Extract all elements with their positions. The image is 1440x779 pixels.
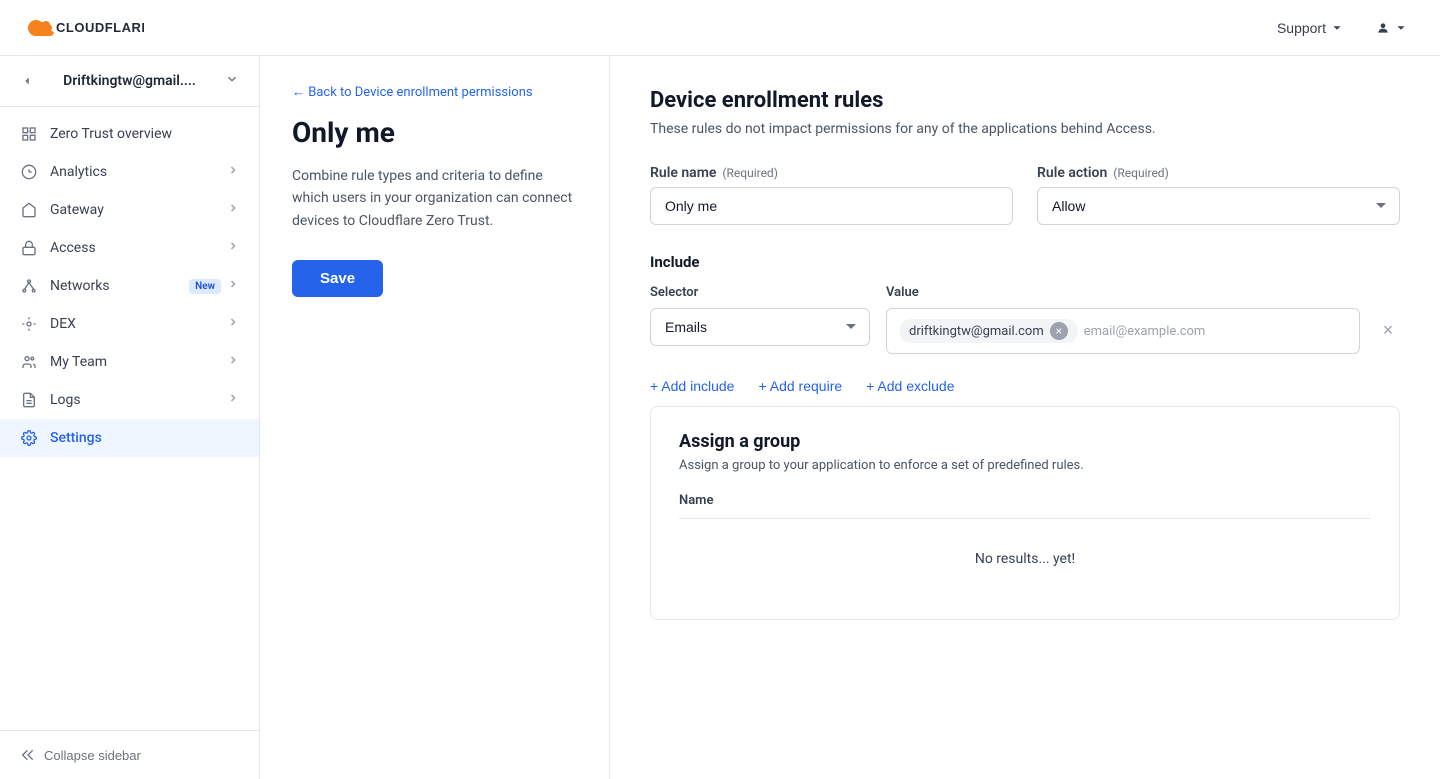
gateway-icon	[20, 201, 38, 219]
rule-name-input[interactable]	[650, 187, 1013, 225]
sidebar-item-logs[interactable]: Logs	[0, 381, 259, 419]
sidebar-item-networks[interactable]: Networks New	[0, 267, 259, 305]
back-to-permissions-link[interactable]: ← Back to Device enrollment permissions	[292, 84, 577, 100]
form-group-rule-name: Rule name (Required)	[650, 165, 1013, 225]
nav-items: Zero Trust overview Analytics	[0, 107, 259, 730]
zero-trust-icon	[20, 125, 38, 143]
collapse-sidebar-button[interactable]: Collapse sidebar	[20, 747, 141, 763]
include-section: Include Selector Value Emails Email doma…	[650, 253, 1400, 354]
sidebar-item-analytics[interactable]: Analytics	[0, 153, 259, 191]
add-links: + Add include + Add require + Add exclud…	[650, 378, 1400, 394]
selector-header: Selector Value	[650, 285, 1400, 300]
sidebar-label-zero-trust: Zero Trust overview	[50, 126, 172, 142]
panel-description: Combine rule types and criteria to defin…	[292, 165, 577, 232]
table-col-name: Name	[679, 493, 1371, 508]
settings-icon	[20, 429, 38, 447]
left-panel: ← Back to Device enrollment permissions …	[260, 56, 610, 779]
section-title: Device enrollment rules	[650, 88, 1400, 113]
main-layout: Driftkingtw@gmail.... Zero Trust overvie…	[0, 56, 1440, 779]
remove-row-button[interactable]: ×	[1376, 318, 1400, 342]
sidebar-header: Driftkingtw@gmail....	[0, 56, 259, 107]
support-label: Support	[1277, 20, 1326, 36]
networks-new-badge: New	[189, 279, 221, 294]
include-label: Include	[650, 253, 1400, 271]
support-button[interactable]: Support	[1269, 16, 1352, 40]
logs-chevron-icon	[227, 392, 239, 408]
account-chevron-icon[interactable]	[225, 72, 239, 90]
analytics-chevron-icon	[227, 164, 239, 180]
panel-title: Only me	[292, 116, 577, 149]
gateway-chevron-icon	[227, 202, 239, 218]
networks-chevron-icon	[227, 278, 239, 294]
form-row-rule: Rule name (Required) Rule action (Requir…	[650, 165, 1400, 225]
collapse-label: Collapse sidebar	[44, 748, 141, 763]
add-include-button[interactable]: + Add include	[650, 378, 734, 394]
sidebar-item-dex[interactable]: DEX	[0, 305, 259, 343]
table-header: Name	[679, 493, 1371, 519]
right-panel: Device enrollment rules These rules do n…	[610, 56, 1440, 779]
form-group-rule-action: Rule action (Required) Allow Block	[1037, 165, 1400, 225]
chevron-down-icon	[1330, 21, 1344, 35]
collapse-icon	[20, 747, 36, 763]
my-team-icon	[20, 353, 38, 371]
back-arrow-icon	[20, 74, 34, 88]
sidebar-label-networks: Networks	[50, 278, 110, 294]
analytics-icon	[20, 163, 38, 181]
selector-row: Emails Email domain IP ranges Country Ev…	[650, 308, 1400, 354]
sidebar: Driftkingtw@gmail.... Zero Trust overvie…	[0, 56, 260, 779]
sidebar-item-my-team[interactable]: My Team	[0, 343, 259, 381]
cloudflare-logo[interactable]: CLOUDFLARE	[24, 8, 144, 48]
topbar: CLOUDFLARE Support	[0, 0, 1440, 56]
assign-group-desc: Assign a group to your application to en…	[679, 458, 1371, 473]
sidebar-item-gateway[interactable]: Gateway	[0, 191, 259, 229]
topbar-right: Support	[1269, 16, 1416, 40]
value-tag-email: driftkingtw@gmail.com ×	[899, 319, 1078, 343]
selector-col-header: Selector	[650, 285, 870, 300]
sidebar-back-button[interactable]	[20, 74, 34, 88]
user-icon	[1376, 21, 1390, 35]
content-area: ← Back to Device enrollment permissions …	[260, 56, 1440, 779]
save-button[interactable]: Save	[292, 260, 383, 297]
value-col-header: Value	[886, 285, 1400, 300]
sidebar-label-access: Access	[50, 240, 96, 256]
app-root: CLOUDFLARE Support Driftkingtw@gmail....	[0, 0, 1440, 779]
account-name: Driftkingtw@gmail....	[63, 73, 196, 89]
account-chevron-icon	[1394, 21, 1408, 35]
value-tag-remove-button[interactable]: ×	[1050, 322, 1068, 340]
rule-action-label: Rule action (Required)	[1037, 165, 1400, 181]
account-button[interactable]	[1368, 17, 1416, 39]
sidebar-label-analytics: Analytics	[50, 164, 107, 180]
dex-chevron-icon	[227, 316, 239, 332]
sidebar-label-logs: Logs	[50, 392, 81, 408]
sidebar-label-settings: Settings	[50, 430, 102, 446]
access-icon	[20, 239, 38, 257]
rule-name-label: Rule name (Required)	[650, 165, 1013, 181]
access-chevron-icon	[227, 240, 239, 256]
sidebar-item-settings[interactable]: Settings	[0, 419, 259, 457]
value-field[interactable]: driftkingtw@gmail.com × email@example.co…	[886, 308, 1360, 354]
my-team-chevron-icon	[227, 354, 239, 370]
sidebar-footer: Collapse sidebar	[0, 730, 259, 779]
selector-select[interactable]: Emails Email domain IP ranges Country Ev…	[650, 308, 870, 346]
dex-icon	[20, 315, 38, 333]
section-description: These rules do not impact permissions fo…	[650, 121, 1400, 137]
sidebar-label-dex: DEX	[50, 316, 76, 332]
sidebar-label-gateway: Gateway	[50, 202, 104, 218]
value-tag-text: driftkingtw@gmail.com	[909, 324, 1044, 339]
assign-group-title: Assign a group	[679, 431, 1371, 452]
value-placeholder: email@example.com	[1084, 324, 1206, 339]
sidebar-item-zero-trust[interactable]: Zero Trust overview	[0, 115, 259, 153]
sidebar-label-my-team: My Team	[50, 354, 107, 370]
assign-group-section: Assign a group Assign a group to your ap…	[650, 406, 1400, 620]
svg-text:CLOUDFLARE: CLOUDFLARE	[56, 20, 144, 35]
add-require-button[interactable]: + Add require	[758, 378, 842, 394]
topbar-left: CLOUDFLARE	[24, 8, 144, 48]
logs-icon	[20, 391, 38, 409]
add-exclude-button[interactable]: + Add exclude	[866, 378, 954, 394]
sidebar-item-access[interactable]: Access	[0, 229, 259, 267]
no-results-message: No results... yet!	[679, 523, 1371, 595]
rule-action-select[interactable]: Allow Block	[1037, 187, 1400, 225]
networks-icon	[20, 277, 38, 295]
